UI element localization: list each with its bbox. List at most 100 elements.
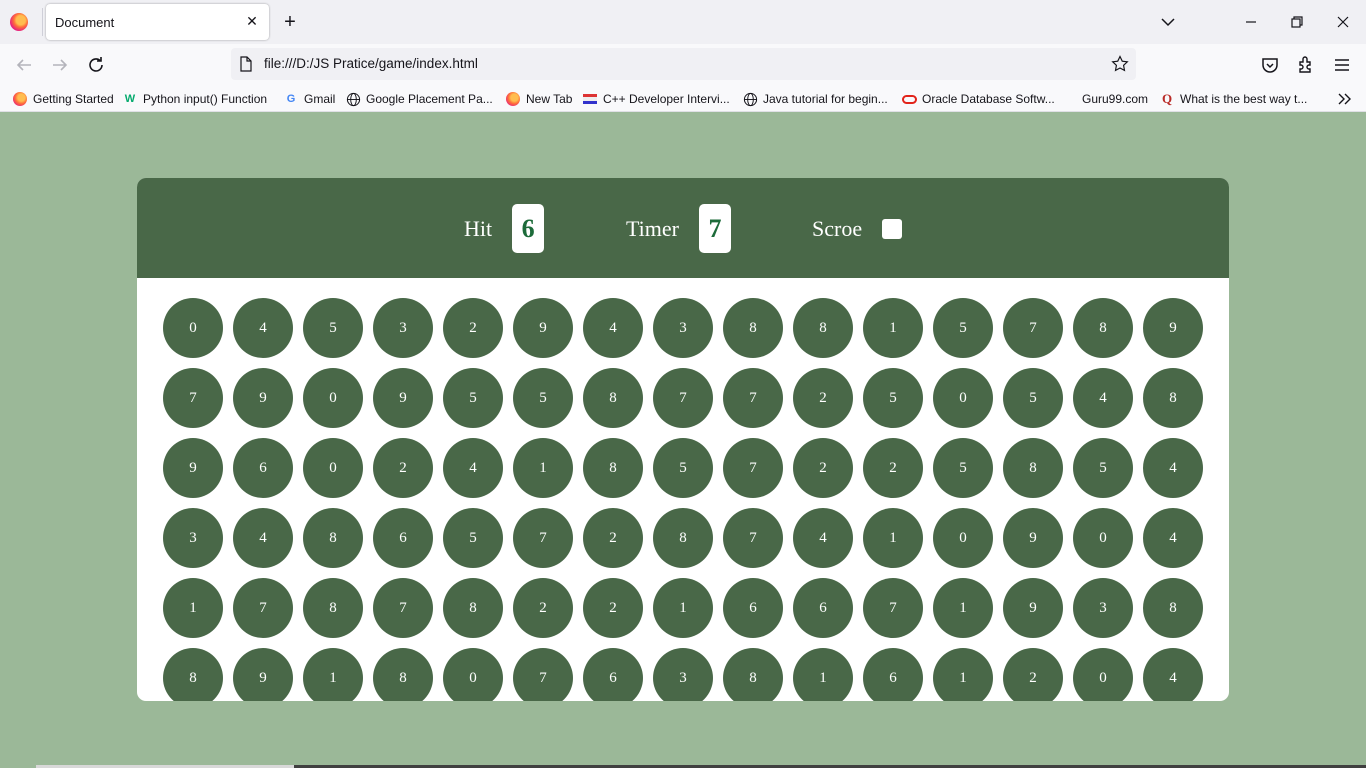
bubble[interactable]: 2 — [443, 298, 503, 358]
bubble[interactable]: 8 — [583, 438, 643, 498]
more-bookmarks-chevron-icon[interactable] — [1336, 90, 1354, 108]
bubble[interactable]: 6 — [723, 578, 783, 638]
bubble[interactable]: 7 — [723, 438, 783, 498]
bubble[interactable]: 5 — [1003, 368, 1063, 428]
bubble[interactable]: 0 — [443, 648, 503, 701]
bubble[interactable]: 9 — [233, 368, 293, 428]
bubble[interactable]: 7 — [653, 368, 713, 428]
bubble[interactable]: 8 — [1073, 298, 1133, 358]
forward-arrow-icon[interactable] — [48, 53, 72, 77]
bubble[interactable]: 5 — [303, 298, 363, 358]
bubble[interactable]: 9 — [1003, 508, 1063, 568]
bubble[interactable]: 5 — [863, 368, 923, 428]
bubble[interactable]: 4 — [1143, 648, 1203, 701]
close-window-icon[interactable] — [1331, 10, 1355, 34]
bubble[interactable]: 7 — [373, 578, 433, 638]
bubble[interactable]: 9 — [163, 438, 223, 498]
bubble[interactable]: 6 — [863, 648, 923, 701]
bubble[interactable]: 4 — [1143, 438, 1203, 498]
bubble[interactable]: 2 — [793, 438, 853, 498]
list-all-tabs-icon[interactable] — [1156, 10, 1180, 34]
bubble[interactable]: 8 — [303, 508, 363, 568]
bubble[interactable]: 9 — [373, 368, 433, 428]
bubble[interactable]: 7 — [233, 578, 293, 638]
bubble[interactable]: 8 — [1143, 578, 1203, 638]
bubble[interactable]: 5 — [1073, 438, 1133, 498]
reload-icon[interactable] — [84, 53, 108, 77]
bubble[interactable]: 0 — [303, 438, 363, 498]
bubble[interactable]: 0 — [933, 508, 993, 568]
bubble[interactable]: 3 — [653, 298, 713, 358]
bubble[interactable]: 2 — [583, 508, 643, 568]
bubble[interactable]: 1 — [513, 438, 573, 498]
bubble[interactable]: 1 — [863, 508, 923, 568]
tab-document[interactable]: Document ✕ — [46, 4, 269, 40]
bubble[interactable]: 8 — [793, 298, 853, 358]
bookmark-new-tab[interactable]: New Tab — [505, 90, 572, 108]
bookmark-python-input[interactable]: W Python input() Function — [122, 90, 267, 108]
bubble[interactable]: 7 — [513, 648, 573, 701]
close-tab-icon[interactable]: ✕ — [243, 11, 261, 31]
bubble[interactable]: 7 — [1003, 298, 1063, 358]
bubble[interactable]: 2 — [1003, 648, 1063, 701]
bubble[interactable]: 8 — [653, 508, 713, 568]
bubble[interactable]: 3 — [163, 508, 223, 568]
bubble[interactable]: 4 — [233, 508, 293, 568]
url-bar[interactable]: file:///D:/JS Pratice/game/index.html — [231, 48, 1136, 80]
bubble[interactable]: 0 — [1073, 508, 1133, 568]
bubble[interactable]: 2 — [793, 368, 853, 428]
bubble[interactable]: 2 — [863, 438, 923, 498]
bubble[interactable]: 8 — [303, 578, 363, 638]
bubble[interactable]: 0 — [163, 298, 223, 358]
bubble[interactable]: 2 — [373, 438, 433, 498]
extensions-icon[interactable] — [1294, 53, 1318, 77]
bubble[interactable]: 4 — [1143, 508, 1203, 568]
bookmark-google-placement[interactable]: Google Placement Pa... — [345, 90, 493, 108]
bubble[interactable]: 8 — [1143, 368, 1203, 428]
bubble[interactable]: 4 — [583, 298, 643, 358]
bubble[interactable]: 6 — [373, 508, 433, 568]
bubble[interactable]: 9 — [233, 648, 293, 701]
bubble[interactable]: 5 — [513, 368, 573, 428]
bookmark-guru99[interactable]: Guru99.com — [1082, 90, 1148, 108]
bubble[interactable]: 7 — [863, 578, 923, 638]
bubble[interactable]: 8 — [1003, 438, 1063, 498]
bubble[interactable]: 9 — [1003, 578, 1063, 638]
bubble[interactable]: 8 — [723, 648, 783, 701]
bubble[interactable]: 4 — [1073, 368, 1133, 428]
bookmark-getting-started[interactable]: Getting Started — [12, 90, 114, 108]
bubble[interactable]: 6 — [583, 648, 643, 701]
bubble[interactable]: 1 — [933, 648, 993, 701]
bookmark-cpp-developer[interactable]: C++ Developer Intervi... — [582, 90, 730, 108]
bubble[interactable]: 0 — [933, 368, 993, 428]
back-arrow-icon[interactable] — [12, 53, 36, 77]
bubble[interactable]: 5 — [443, 508, 503, 568]
bubble[interactable]: 1 — [303, 648, 363, 701]
bookmark-quora[interactable]: Q What is the best way t... — [1159, 90, 1307, 108]
bookmark-java-tutorial[interactable]: Java tutorial for begin... — [742, 90, 888, 108]
bubble[interactable]: 1 — [933, 578, 993, 638]
bubble[interactable]: 8 — [723, 298, 783, 358]
bubble[interactable]: 0 — [1073, 648, 1133, 701]
bubble[interactable]: 7 — [723, 508, 783, 568]
bubble[interactable]: 3 — [373, 298, 433, 358]
bubble[interactable]: 3 — [653, 648, 713, 701]
bubble[interactable]: 2 — [513, 578, 573, 638]
new-tab-button[interactable]: + — [280, 10, 300, 34]
bubble[interactable]: 5 — [443, 368, 503, 428]
bubble[interactable]: 8 — [163, 648, 223, 701]
pocket-icon[interactable] — [1258, 53, 1282, 77]
url-text[interactable]: file:///D:/JS Pratice/game/index.html — [264, 56, 478, 71]
bubble[interactable]: 7 — [163, 368, 223, 428]
bookmark-star-icon[interactable] — [1110, 54, 1130, 74]
minimize-icon[interactable] — [1239, 10, 1263, 34]
bookmark-oracle[interactable]: Oracle Database Softw... — [901, 90, 1055, 108]
bubble[interactable]: 5 — [933, 438, 993, 498]
bubble[interactable]: 3 — [1073, 578, 1133, 638]
bubble[interactable]: 5 — [653, 438, 713, 498]
firefox-icon[interactable] — [10, 13, 28, 31]
bubble[interactable]: 7 — [513, 508, 573, 568]
bubble[interactable]: 4 — [793, 508, 853, 568]
bubble[interactable]: 2 — [583, 578, 643, 638]
bubble[interactable]: 1 — [163, 578, 223, 638]
